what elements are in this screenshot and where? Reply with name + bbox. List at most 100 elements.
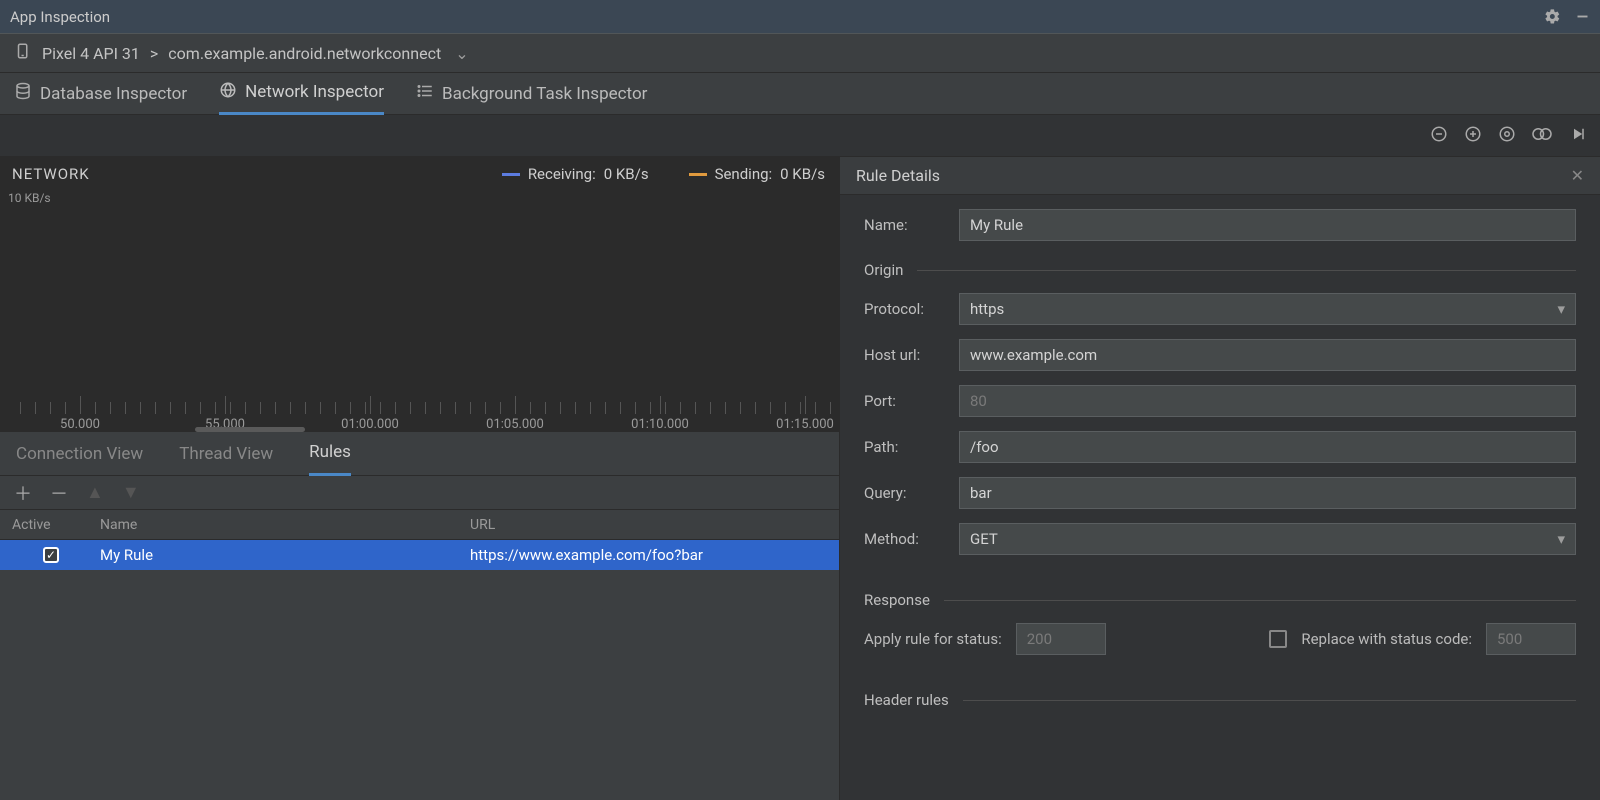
- name-input-value: My Rule: [970, 216, 1023, 234]
- subtab-thread[interactable]: Thread View: [179, 432, 273, 476]
- replace-status-placeholder: 500: [1497, 630, 1522, 648]
- move-up-icon: ▲: [86, 482, 104, 503]
- reset-zoom-icon[interactable]: [1498, 125, 1516, 147]
- globe-icon: [219, 81, 237, 104]
- legend-receiving-label: Receiving:: [528, 165, 596, 183]
- legend-sending: Sending: 0 KB/s: [689, 165, 825, 183]
- divider-line: [963, 700, 1576, 701]
- device-icon: [14, 42, 32, 64]
- method-value: GET: [970, 530, 998, 548]
- legend-receiving-swatch: [502, 173, 520, 176]
- zoom-selection-icon[interactable]: [1532, 125, 1552, 147]
- cell-name: My Rule: [90, 546, 460, 564]
- replace-status-label: Replace with status code:: [1301, 630, 1472, 648]
- timeline-scroll-thumb[interactable]: [195, 427, 305, 432]
- timeline-tick-label: 01:00.000: [341, 417, 399, 432]
- breadcrumb-bar: Pixel 4 API 31 > com.example.android.net…: [0, 33, 1600, 73]
- list-icon: [416, 82, 434, 105]
- timeline-toolbar: [0, 115, 1600, 157]
- protocol-select[interactable]: https: [959, 293, 1576, 325]
- table-row[interactable]: ✓ My Rule https://www.example.com/foo?ba…: [0, 540, 839, 570]
- path-value: /foo: [970, 438, 999, 456]
- timeline-tick-label: 01:15.000: [776, 417, 834, 432]
- col-header-name[interactable]: Name: [90, 517, 460, 533]
- title-bar: App Inspection: [0, 0, 1600, 33]
- divider-line: [944, 600, 1576, 601]
- protocol-value: https: [970, 300, 1004, 318]
- rules-toolbar: ＋ － ▲ ▼: [0, 476, 839, 510]
- path-input[interactable]: /foo: [959, 431, 1576, 463]
- tab-background[interactable]: Background Task Inspector: [416, 73, 647, 115]
- tab-network[interactable]: Network Inspector: [219, 73, 384, 115]
- network-yaxis: 10 KB/s: [8, 191, 51, 205]
- legend-receiving-value: 0 KB/s: [604, 165, 649, 183]
- cell-url: https://www.example.com/foo?bar: [460, 546, 839, 564]
- path-label: Path:: [864, 438, 959, 456]
- divider-line: [917, 270, 1576, 271]
- rules-table: Active Name URL ✓ My Rule https://www.ex…: [0, 510, 839, 800]
- chevron-down-icon[interactable]: ⌄: [455, 44, 468, 63]
- subtab-connection[interactable]: Connection View: [16, 432, 143, 476]
- gear-icon[interactable]: [1544, 8, 1561, 25]
- legend-receiving: Receiving: 0 KB/s: [502, 165, 649, 183]
- breadcrumb-package: com.example.android.networkconnect: [168, 44, 441, 63]
- replace-status-input[interactable]: 500: [1486, 623, 1576, 655]
- rule-details-panel: Rule Details ✕ Name: My Rule Origin Prot…: [840, 157, 1600, 800]
- replace-checkbox[interactable]: [1269, 630, 1287, 648]
- details-title: Rule Details: [856, 166, 940, 185]
- legend-sending-swatch: [689, 173, 707, 176]
- tab-network-label: Network Inspector: [245, 82, 384, 102]
- host-input[interactable]: www.example.com: [959, 339, 1576, 371]
- apply-status-placeholder: 200: [1027, 630, 1052, 648]
- active-checkbox[interactable]: ✓: [43, 547, 59, 563]
- network-title: NETWORK: [12, 165, 90, 183]
- database-icon: [14, 82, 32, 105]
- subtab-connection-label: Connection View: [16, 444, 143, 464]
- timeline-tick-label: 01:10.000: [631, 417, 689, 432]
- legend-sending-value: 0 KB/s: [780, 165, 825, 183]
- zoom-out-icon[interactable]: [1430, 125, 1448, 147]
- method-select[interactable]: GET: [959, 523, 1576, 555]
- subtab-rules[interactable]: Rules: [309, 432, 351, 476]
- zoom-in-icon[interactable]: [1464, 125, 1482, 147]
- sub-tabs: Connection View Thread View Rules: [0, 432, 839, 476]
- section-header-rules: Header rules: [864, 691, 949, 709]
- query-value: bar: [970, 484, 992, 502]
- apply-status-input[interactable]: 200: [1016, 623, 1106, 655]
- window-title: App Inspection: [10, 8, 110, 26]
- name-label: Name:: [864, 216, 959, 234]
- add-rule-button[interactable]: ＋: [14, 480, 32, 506]
- move-down-icon: ▼: [122, 482, 140, 503]
- name-input[interactable]: My Rule: [959, 209, 1576, 241]
- host-label: Host url:: [864, 346, 959, 364]
- timeline-tick-label: 50.000: [60, 417, 100, 432]
- main-tabs: Database Inspector Network Inspector Bac…: [0, 73, 1600, 115]
- port-input[interactable]: 80: [959, 385, 1576, 417]
- legend-sending-label: Sending:: [715, 165, 773, 183]
- subtab-rules-label: Rules: [309, 442, 351, 462]
- col-header-active[interactable]: Active: [0, 517, 90, 533]
- tab-database[interactable]: Database Inspector: [14, 73, 187, 115]
- minimize-icon[interactable]: [1575, 9, 1590, 24]
- tab-background-label: Background Task Inspector: [442, 84, 647, 104]
- breadcrumb-sep: >: [150, 44, 158, 63]
- port-placeholder: 80: [970, 392, 987, 410]
- section-response: Response: [864, 591, 930, 609]
- left-pane: NETWORK Receiving: 0 KB/s Sending: 0 KB/…: [0, 157, 840, 800]
- go-live-icon[interactable]: [1568, 125, 1586, 147]
- col-header-url[interactable]: URL: [460, 517, 839, 533]
- protocol-label: Protocol:: [864, 300, 959, 318]
- query-label: Query:: [864, 484, 959, 502]
- close-icon[interactable]: ✕: [1571, 166, 1584, 185]
- apply-status-label: Apply rule for status:: [864, 630, 1002, 648]
- query-input[interactable]: bar: [959, 477, 1576, 509]
- breadcrumb-device: Pixel 4 API 31: [42, 44, 140, 63]
- port-label: Port:: [864, 392, 959, 410]
- subtab-thread-label: Thread View: [179, 444, 273, 464]
- network-timeline[interactable]: /* ticks drawn via JS below */ 50.00055.…: [0, 392, 839, 432]
- tab-database-label: Database Inspector: [40, 84, 187, 104]
- remove-rule-button[interactable]: －: [50, 480, 68, 506]
- network-chart: NETWORK Receiving: 0 KB/s Sending: 0 KB/…: [0, 157, 839, 432]
- method-label: Method:: [864, 530, 959, 548]
- host-value: www.example.com: [970, 346, 1097, 364]
